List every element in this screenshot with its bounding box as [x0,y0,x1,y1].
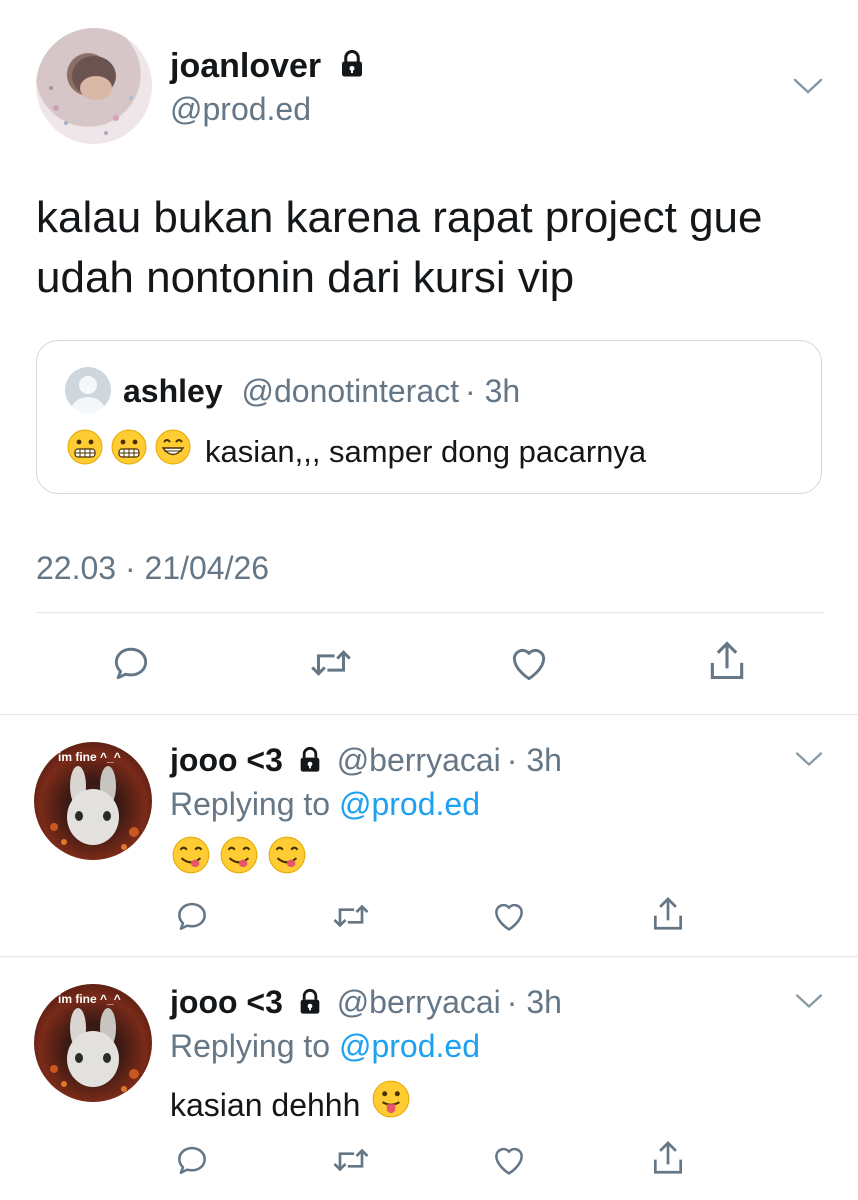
reply1-text [170,834,308,887]
reply1-replying-to-handle[interactable]: @prod.ed [339,786,480,822]
share-icon[interactable] [648,1136,688,1180]
avatar-caption: im fine ^_^ [58,750,121,764]
avatar-caption: im fine ^_^ [58,992,121,1006]
retweet-icon[interactable] [328,1140,374,1180]
main-tweet-text-line1: kalau bukan karena rapat project gue [36,193,763,242]
lock-icon [296,743,324,783]
chevron-down-icon[interactable] [794,990,824,1017]
tongue-out-face-icon [370,1078,412,1131]
reply1-handle[interactable]: @berryacai [337,742,501,778]
reply1-time: · 3h [506,742,562,778]
main-tweet-text: kalau bukan karena rapat project gue uda… [36,188,836,308]
main-display-name[interactable]: joanlover [170,47,321,85]
default-profile-icon [71,376,105,413]
yum-face-icon [170,834,212,887]
like-heart-icon[interactable] [488,1140,530,1180]
share-icon[interactable] [704,636,750,686]
retweet-icon[interactable] [304,640,358,686]
grimacing-face-icon [109,427,149,477]
reply-icon[interactable] [172,1140,212,1180]
quoted-handle: @donotinteract [241,373,460,409]
grinning-face-icon [153,427,193,477]
like-heart-icon[interactable] [504,640,554,686]
reply2-text: kasian dehhh [170,1078,412,1131]
main-handle[interactable]: @prod.ed [170,90,311,128]
quoted-time: · 3h [465,373,521,409]
reply1-display-name[interactable]: jooo <3 [170,742,283,778]
like-heart-icon[interactable] [488,896,530,936]
thread-divider [0,714,858,715]
reply-icon[interactable] [108,640,154,686]
quoted-display-name: ashley [123,373,223,409]
yum-face-icon [218,834,260,887]
reply2-time: · 3h [506,984,562,1020]
reply2-handle[interactable]: @berryacai [337,984,501,1020]
quoted-author-avatar [65,367,111,413]
main-timestamp[interactable]: 22.03 · 21/04/26 [36,548,269,588]
quoted-tweet-text: kasian,,, samper dong pacarnya [205,434,647,469]
lock-icon [296,985,324,1025]
reply2-author-avatar[interactable]: im fine ^_^ [34,984,152,1102]
reply2-text-content: kasian dehhh [170,1086,361,1123]
quoted-tweet-card[interactable]: ashley @donotinteract · 3h kasian,,, samp… [36,340,822,494]
main-tweet-text-line2: udah nontonin dari kursi vip [36,253,575,302]
main-author-avatar[interactable] [36,28,152,144]
lock-icon [337,48,367,88]
reply1-replying-to-label: Replying to [170,786,331,822]
chevron-down-icon[interactable] [794,748,824,775]
avatar-photo [49,56,133,135]
grimacing-face-icon [65,427,105,477]
reply2-replying-to-handle[interactable]: @prod.ed [339,1028,480,1064]
retweet-icon[interactable] [328,896,374,936]
share-icon[interactable] [648,892,688,936]
main-divider [36,612,824,613]
reply-divider [0,956,858,957]
reply2-replying-to-label: Replying to [170,1028,331,1064]
yum-face-icon [266,834,308,887]
reply1-author-avatar[interactable]: im fine ^_^ [34,742,152,860]
chevron-down-icon[interactable] [792,74,824,103]
reply-icon[interactable] [172,896,212,936]
reply2-display-name[interactable]: jooo <3 [170,984,283,1020]
